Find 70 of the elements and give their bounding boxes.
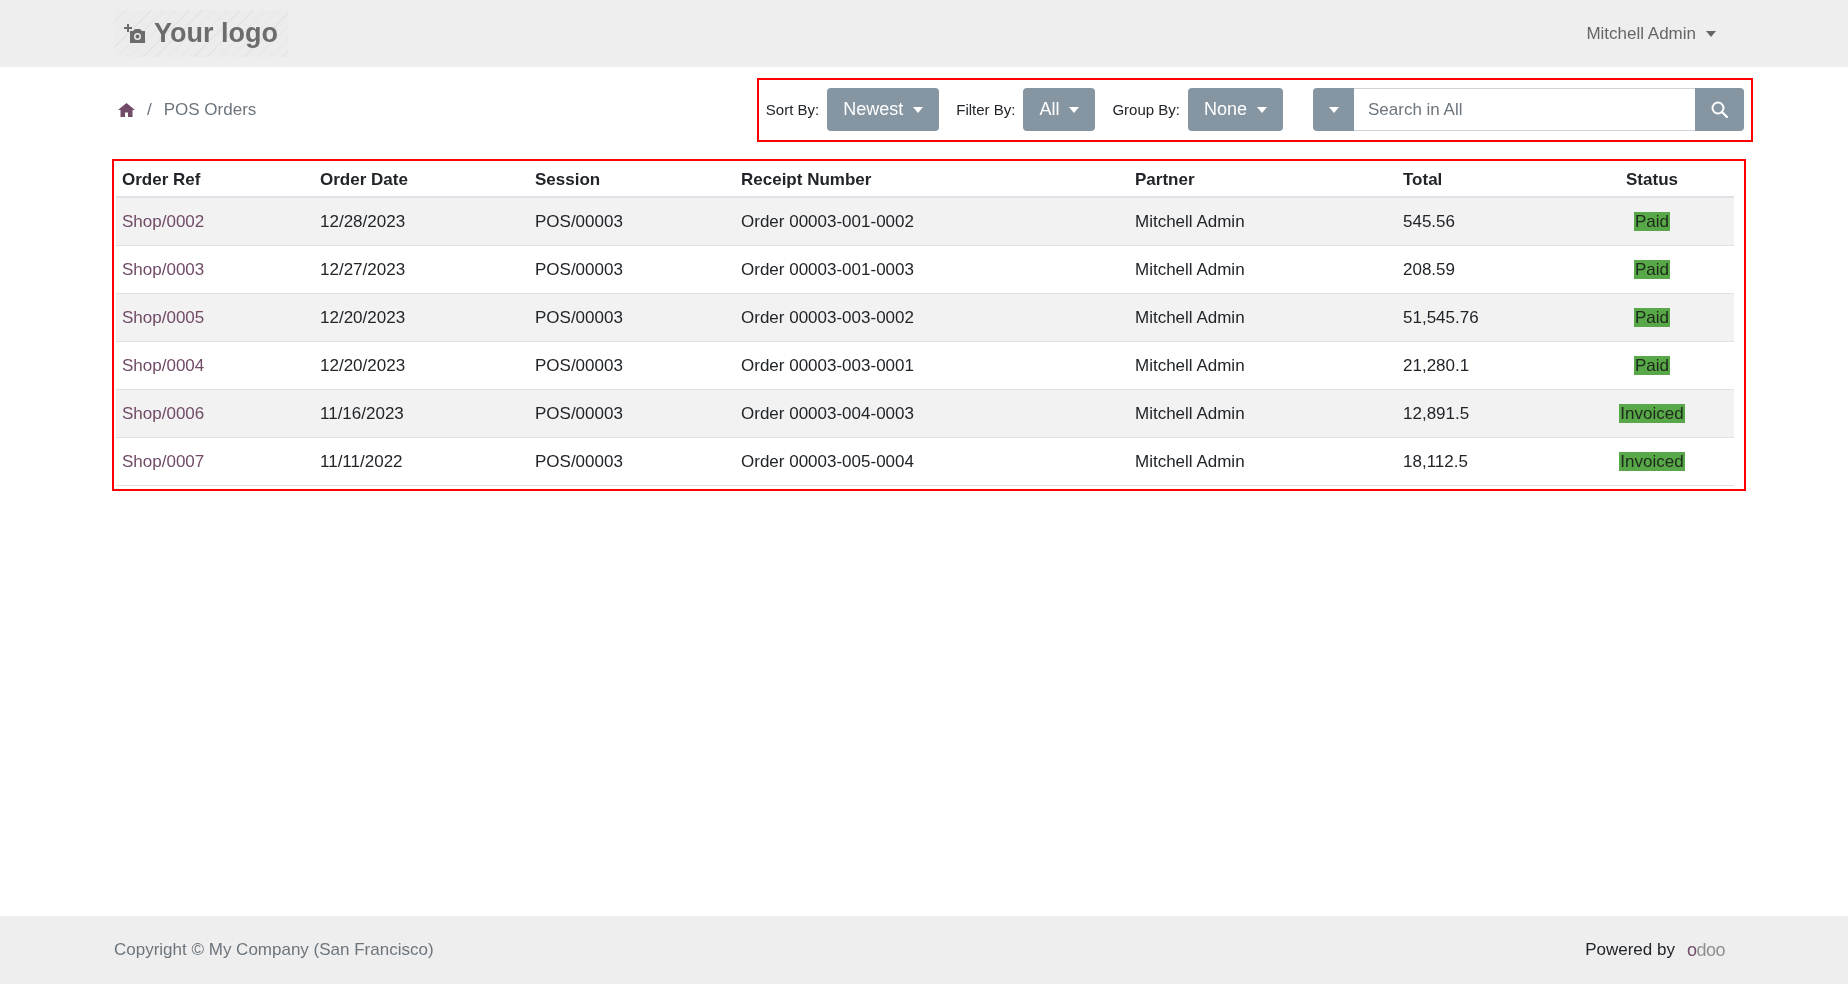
table-cell-text: POS/00003 <box>534 211 624 232</box>
dropdown-label: Group By: <box>1112 101 1180 118</box>
table-cell-text: 545.56 <box>1402 211 1456 232</box>
status-badge: Invoiced <box>1619 451 1685 471</box>
order-link[interactable]: Shop/0006 <box>116 403 205 424</box>
table-cell-text: Mitchell Admin <box>1134 307 1246 328</box>
table-cell-text: 11/16/2023 <box>319 403 405 424</box>
column-header: Order Date <box>319 169 409 190</box>
dropdown-label: Filter By: <box>956 101 1016 118</box>
search-icon <box>1711 101 1728 118</box>
status-badge: Invoiced <box>1619 403 1685 423</box>
logo[interactable]: Your logo <box>114 10 288 57</box>
table-cell-text: Order 00003-003-0002 <box>740 307 915 328</box>
column-header: Total <box>1402 169 1444 190</box>
caret-icon <box>913 106 924 113</box>
caret-icon <box>1069 106 1080 113</box>
copyright-text: Copyright © My Company (San Francisco) <box>114 940 434 960</box>
table-cell-text: POS/00003 <box>534 307 624 328</box>
table-cell-text: POS/00003 <box>534 355 624 376</box>
search-field[interactable]: Search in All <box>1354 88 1695 131</box>
order-link[interactable]: Shop/0004 <box>116 355 205 376</box>
table-cell-text: Order 00003-005-0004 <box>740 451 915 472</box>
status-badge: Paid <box>1634 307 1670 327</box>
table-cell-text: POS/00003 <box>534 451 624 472</box>
table-cell-text: Mitchell Admin <box>1134 211 1246 232</box>
camera-plus-icon <box>124 23 146 44</box>
table-cell-text: 12/27/2023 <box>319 259 407 280</box>
table-cell-text: 51,545.76 <box>1402 307 1480 328</box>
order-link[interactable]: Shop/0007 <box>116 451 205 472</box>
powered-by-text: Powered by <box>1585 940 1675 960</box>
status-badge: Paid <box>1634 355 1670 375</box>
table-cell-text: 12/28/2023 <box>319 211 407 232</box>
search-button[interactable] <box>1695 88 1744 131</box>
column-header: Partner <box>1134 169 1196 190</box>
table-cell-text: 12/20/2023 <box>319 307 407 328</box>
order-link[interactable]: Shop/0003 <box>116 259 205 280</box>
table-cell-text: POS/00003 <box>534 403 624 424</box>
table-cell-text: POS/00003 <box>534 259 624 280</box>
logo-text: Your logo <box>154 18 278 49</box>
breadcrumb-current: POS Orders <box>163 100 257 120</box>
column-header: Order Ref <box>121 169 202 190</box>
table-cell-text: Order 00003-004-0003 <box>740 403 915 424</box>
table-cell-text: 11/11/2022 <box>319 451 404 472</box>
table-cell-text: 21,280.1 <box>1402 355 1471 376</box>
search-options-button[interactable] <box>1313 88 1354 131</box>
user-menu[interactable]: Mitchell Admin <box>1586 23 1734 44</box>
caret-icon <box>1257 106 1267 113</box>
table-cell-text: Mitchell Admin <box>1134 259 1246 280</box>
status-badge: Paid <box>1634 211 1670 231</box>
caret-icon <box>1328 106 1339 113</box>
column-header: Receipt Number <box>740 169 873 190</box>
breadcrumb-separator: / <box>147 100 152 120</box>
table-cell-text: Mitchell Admin <box>1134 403 1246 424</box>
order-link[interactable]: Shop/0002 <box>116 211 205 232</box>
table-cell-text: Mitchell Admin <box>1134 451 1246 472</box>
table-cell-text: 18,112.5 <box>1402 451 1469 472</box>
column-header: Status <box>1626 169 1678 190</box>
column-header: Session <box>534 169 602 190</box>
table-cell-text: 208.59 <box>1402 259 1456 280</box>
table-cell-text: Order 00003-001-0002 <box>740 211 915 232</box>
order-link[interactable]: Shop/0005 <box>116 307 205 328</box>
table-cell-text: 12/20/2023 <box>319 355 407 376</box>
dropdown-label: Sort By: <box>765 101 820 118</box>
status-badge: Paid <box>1634 259 1670 279</box>
table-cell-text: Order 00003-003-0001 <box>740 355 915 376</box>
table-cell-text: Order 00003-001-0003 <box>740 259 915 280</box>
home-icon[interactable] <box>118 103 135 117</box>
table-cell-text: 12,891.5 <box>1402 403 1471 424</box>
caret-icon <box>1706 30 1716 37</box>
table-cell-text: Mitchell Admin <box>1134 355 1246 376</box>
